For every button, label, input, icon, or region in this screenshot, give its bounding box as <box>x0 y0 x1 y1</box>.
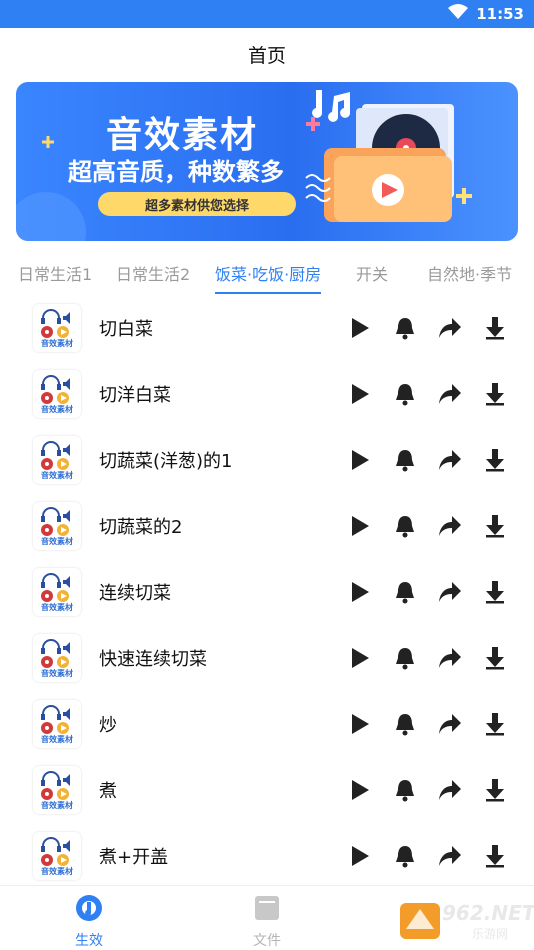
item-thumbnail: 音效素材 <box>33 832 81 880</box>
ringtone-bell-icon[interactable] <box>391 578 419 606</box>
item-name: 连续切菜 <box>99 583 171 604</box>
list-item[interactable]: 音效素材 切蔬菜的2 <box>0 494 534 560</box>
ringtone-bell-icon[interactable] <box>391 314 419 342</box>
nav-item-files[interactable]: 文件 <box>237 894 297 950</box>
item-name: 快速连续切菜 <box>99 649 207 670</box>
status-time: 11:53 <box>476 5 524 23</box>
list-item[interactable]: 音效素材 切蔬菜(洋葱)的1 <box>0 428 534 494</box>
item-name: 切白菜 <box>99 319 153 340</box>
category-tabs: 日常生活1 日常生活2 饭菜·吃饭·厨房 开关 自然地·季节 <box>0 250 534 296</box>
item-thumbnail: 音效素材 <box>33 304 81 352</box>
status-bar: 11:53 <box>0 0 534 28</box>
thumbnail-label: 音效素材 <box>41 603 73 612</box>
banner-tag: 超多素材供您选择 <box>98 192 296 216</box>
tab-daily-life-2[interactable]: 日常生活2 <box>116 250 190 296</box>
play-icon[interactable] <box>346 644 374 672</box>
nav-item-label: 文件 <box>253 933 281 949</box>
tab-switch[interactable]: 开关 <box>356 250 388 296</box>
nav-item-label: 生效 <box>75 933 103 949</box>
item-name: 切蔬菜(洋葱)的1 <box>99 451 233 472</box>
list-item[interactable]: 音效素材 连续切菜 <box>0 560 534 626</box>
bottom-nav: 生效 文件 962.NET 乐游网 <box>0 885 534 949</box>
ringtone-bell-icon[interactable] <box>391 710 419 738</box>
share-icon[interactable] <box>436 446 464 474</box>
thumbnail-label: 音效素材 <box>41 867 73 876</box>
thumbnail-label: 音效素材 <box>41 537 73 546</box>
watermark-subtext: 乐游网 <box>472 927 509 941</box>
item-thumbnail: 音效素材 <box>33 502 81 550</box>
play-icon[interactable] <box>346 776 374 804</box>
download-icon[interactable] <box>481 644 509 672</box>
download-icon[interactable] <box>481 578 509 606</box>
list-item[interactable]: 音效素材 煮 <box>0 758 534 824</box>
nav-item-effects[interactable]: 生效 <box>59 894 119 950</box>
item-thumbnail: 音效素材 <box>33 436 81 484</box>
tab-nature-season[interactable]: 自然地·季节 <box>427 250 512 296</box>
tab-food-kitchen[interactable]: 饭菜·吃饭·厨房 <box>215 250 322 296</box>
item-thumbnail: 音效素材 <box>33 766 81 814</box>
item-name: 切蔬菜的2 <box>99 517 183 538</box>
play-icon[interactable] <box>346 710 374 738</box>
ringtone-bell-icon[interactable] <box>391 446 419 474</box>
share-icon[interactable] <box>436 644 464 672</box>
thumbnail-label: 音效素材 <box>41 339 73 348</box>
list-item[interactable]: 音效素材 快速连续切菜 <box>0 626 534 692</box>
list-item[interactable]: 音效素材 切白菜 <box>0 296 534 362</box>
ringtone-bell-icon[interactable] <box>391 644 419 672</box>
item-thumbnail: 音效素材 <box>33 568 81 616</box>
share-icon[interactable] <box>436 710 464 738</box>
download-icon[interactable] <box>481 380 509 408</box>
item-name: 煮+开盖 <box>99 847 169 868</box>
item-name: 炒 <box>99 715 117 736</box>
item-thumbnail: 音效素材 <box>33 700 81 748</box>
ringtone-bell-icon[interactable] <box>391 776 419 804</box>
download-icon[interactable] <box>481 314 509 342</box>
ringtone-bell-icon[interactable] <box>391 842 419 870</box>
download-icon[interactable] <box>481 710 509 738</box>
list-item[interactable]: 音效素材 炒 <box>0 692 534 758</box>
thumbnail-label: 音效素材 <box>41 471 73 480</box>
list-item[interactable]: 音效素材 切洋白菜 <box>0 362 534 428</box>
list-item[interactable]: 音效素材 煮+开盖 <box>0 824 534 890</box>
thumbnail-label: 音效素材 <box>41 669 73 678</box>
tab-daily-life-1[interactable]: 日常生活1 <box>18 250 92 296</box>
share-icon[interactable] <box>436 776 464 804</box>
play-icon[interactable] <box>346 512 374 540</box>
download-icon[interactable] <box>481 446 509 474</box>
banner-headline: 音效素材 <box>106 115 259 156</box>
item-name: 切洋白菜 <box>99 385 171 406</box>
share-icon[interactable] <box>436 314 464 342</box>
banner-subline: 超高音质，种数繁多 <box>68 158 284 186</box>
download-icon[interactable] <box>481 842 509 870</box>
item-thumbnail: 音效素材 <box>33 634 81 682</box>
ringtone-bell-icon[interactable] <box>391 380 419 408</box>
item-thumbnail: 音效素材 <box>33 370 81 418</box>
play-icon[interactable] <box>346 446 374 474</box>
music-disc-icon <box>75 894 103 926</box>
share-icon[interactable] <box>436 380 464 408</box>
thumbnail-label: 音效素材 <box>41 801 73 810</box>
thumbnail-label: 音效素材 <box>41 405 73 414</box>
download-icon[interactable] <box>481 512 509 540</box>
play-icon[interactable] <box>346 578 374 606</box>
page-title: 首页 <box>247 44 286 67</box>
promo-banner[interactable]: 音效素材 超高音质，种数繁多 超多素材供您选择 <box>16 82 518 241</box>
site-watermark: 962.NET 乐游网 <box>398 899 534 943</box>
share-icon[interactable] <box>436 578 464 606</box>
share-icon[interactable] <box>436 842 464 870</box>
play-icon[interactable] <box>346 842 374 870</box>
play-icon[interactable] <box>346 314 374 342</box>
share-icon[interactable] <box>436 512 464 540</box>
thumbnail-label: 音效素材 <box>41 735 73 744</box>
wifi-icon <box>448 4 469 24</box>
download-icon[interactable] <box>481 776 509 804</box>
watermark-text: 962.NET <box>442 901 534 925</box>
item-name: 煮 <box>99 781 117 802</box>
folder-icon <box>254 894 280 926</box>
play-icon[interactable] <box>346 380 374 408</box>
ringtone-bell-icon[interactable] <box>391 512 419 540</box>
